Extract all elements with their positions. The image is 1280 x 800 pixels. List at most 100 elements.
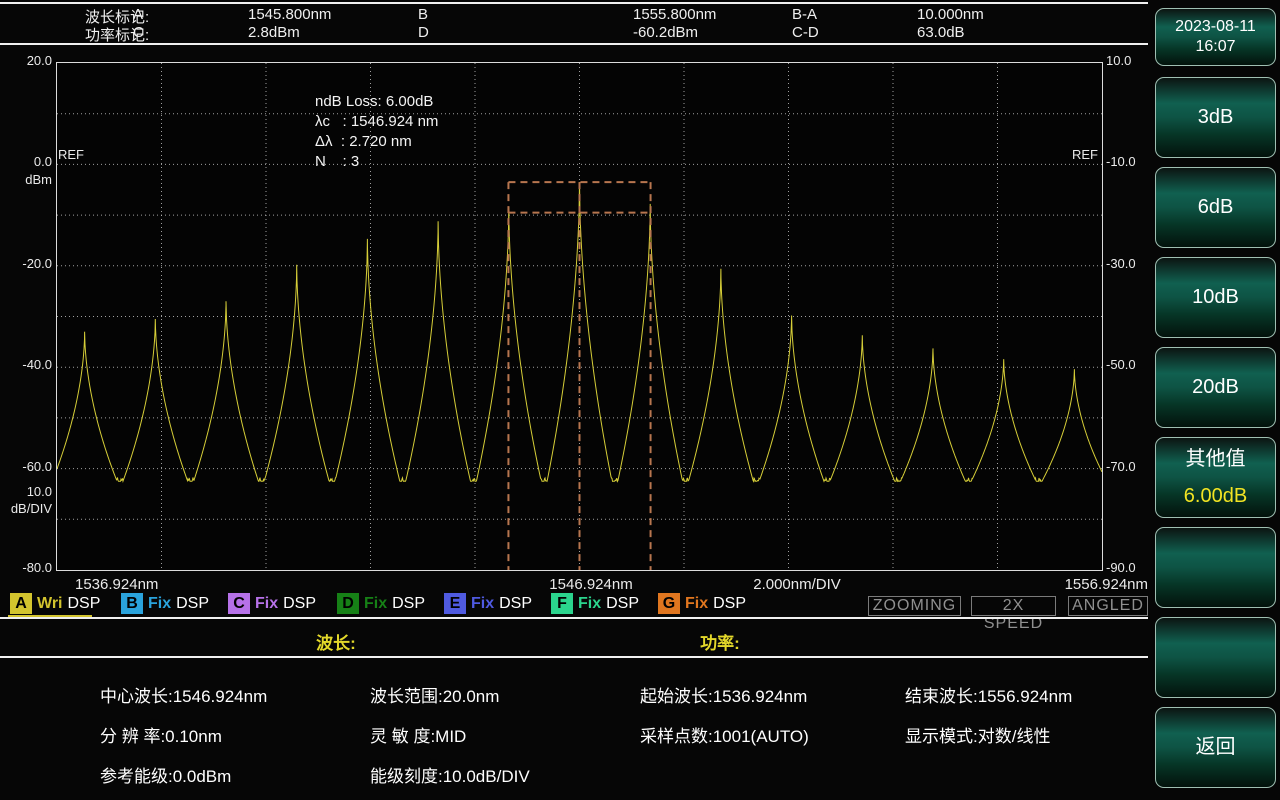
param-start-wavelength: 起始波长:1536.924nm (640, 687, 808, 706)
param-sensitivity: 灵 敏 度:MID (370, 727, 467, 746)
marker-a-value: 1545.800nm (248, 6, 332, 23)
param-stop-wavelength: 结束波长:1556.924nm (905, 687, 1073, 706)
status-flag-zooming: ZOOMING (868, 596, 961, 616)
marker-ba-label: B-A (792, 6, 818, 23)
trace-dsp-label: DSP (392, 594, 426, 612)
x-axis-scale-label: 2.000nm/DIV (753, 576, 841, 593)
ndb-annotation-line: Δλ : 2.720 nm (315, 133, 412, 150)
trace-mode-label: Fix (471, 594, 495, 612)
spectrum-plot-area (56, 62, 1103, 571)
y-axis-left-tick: -80.0 (22, 560, 52, 575)
trace-row-divider (0, 617, 1148, 619)
trace-dsp-label: DSP (67, 594, 101, 612)
marker-b-letter: B (418, 6, 429, 23)
y-axis-left-tick: 20.0 (26, 53, 52, 68)
y-axis-left-tick: -60.0 (22, 458, 52, 474)
marker-c-value: 2.8dBm (248, 24, 300, 41)
20db-button[interactable]: 20dB (1155, 347, 1276, 428)
status-flag-angled: ANGLED (1068, 596, 1148, 616)
6db-button[interactable]: 6dB (1155, 167, 1276, 248)
trace-dsp-label: DSP (606, 594, 640, 612)
y-axis-right-tick: 10.0 (1106, 53, 1132, 68)
trace-e-badge: E (444, 593, 466, 614)
marker-c-letter: C (133, 24, 144, 41)
y-axis-right-tick: -70.0 (1106, 458, 1136, 474)
trace-c-selector[interactable]: C Fix DSP (228, 593, 316, 614)
trace-d-badge: D (337, 593, 359, 614)
param-display-mode: 显示模式:对数/线性 (905, 727, 1051, 746)
ndb-annotation-line: λc : 1546.924 nm (315, 113, 439, 130)
datetime-button-label: 2023-08-11 (1175, 18, 1256, 35)
spectrum-svg (57, 63, 1102, 570)
trace-mode-label: Wri (37, 594, 63, 612)
param-center-wavelength: 中心波长:1546.924nm (100, 687, 268, 706)
trace-b-badge: B (121, 593, 143, 614)
ndb-marker-lines (507, 181, 652, 570)
ref-marker-right: REF (1072, 147, 1098, 162)
6db-button-label: 6dB (1197, 196, 1234, 218)
trace-mode-label: Fix (578, 594, 602, 612)
marker-d-value: -60.2dBm (633, 24, 699, 41)
marker-b-value: 1555.800nm (633, 6, 717, 23)
other-value-button-label: 其他值 (1185, 447, 1246, 470)
trace-a-badge: A (10, 593, 32, 614)
ndb-annotation: ndB Loss: 6.00dB λc : 1546.924 nm Δλ : 2.7… (315, 92, 438, 172)
marker-d-letter: D (418, 24, 429, 41)
other-value-button[interactable]: 其他值 6.00dB (1155, 437, 1276, 518)
param-level-scale: 能级刻度:10.0dB/DIV (370, 767, 530, 786)
trace-d-selector[interactable]: D Fix DSP (337, 593, 425, 614)
ndb-annotation-line: ndB Loss: 6.00dB (315, 93, 434, 110)
x-axis-stop-label: 1556.924nm (1064, 576, 1148, 593)
y-axis-right-tick: -90.0 (1106, 560, 1136, 575)
status-flag-2x-speed: 2X SPEED (971, 596, 1056, 632)
marker-ba-value: 10.000nm (917, 6, 984, 23)
trace-mode-label: Fix (685, 594, 709, 612)
param-ref-level: 参考能级:0.0dBm (100, 767, 232, 786)
marker-cd-value: 63.0dB (917, 24, 965, 41)
ndb-annotation-line: N : 3 (315, 153, 360, 170)
back-button[interactable]: 返回 (1155, 707, 1276, 788)
y-axis-left-tick: -40.0 (22, 357, 52, 373)
header-top-divider (0, 2, 1148, 4)
trace-f-selector[interactable]: F Fix DSP (551, 593, 639, 614)
20db-button-label: 20dB (1192, 376, 1239, 398)
trace-mode-label: Fix (148, 594, 172, 612)
trace-dsp-label: DSP (176, 594, 210, 612)
x-axis-start-label: 1536.924nm (75, 576, 159, 593)
y-axis-right-tick: -50.0 (1106, 357, 1136, 373)
x-axis-center-label: 1546.924nm (549, 576, 633, 593)
trace-mode-label: Fix (364, 594, 388, 612)
blank-button-1[interactable] (1155, 527, 1276, 608)
power-section-header: 功率: (700, 634, 740, 653)
trace-g-selector[interactable]: G Fix DSP (658, 593, 746, 614)
marker-cd-label: C-D (792, 24, 819, 41)
y-axis-scale-value: 10.0 (26, 484, 52, 499)
wavelength-section-header: 波长: (316, 634, 356, 653)
ref-marker-left: REF (58, 147, 84, 162)
trace-e-selector[interactable]: E Fix DSP (444, 593, 532, 614)
y-axis-left-tick: 0.0 (33, 154, 52, 170)
osa-screen: 波长标记: A 1545.800nm B 1555.800nm B-A 10.0… (0, 0, 1280, 800)
trace-c-badge: C (228, 593, 250, 614)
y-axis-right-tick: -10.0 (1106, 154, 1136, 170)
y-axis-right-tick: -30.0 (1106, 255, 1136, 271)
marker-a-letter: A (133, 6, 144, 23)
datetime-button[interactable]: 2023-08-11 16:07 (1155, 8, 1276, 66)
param-span: 波长范围:20.0nm (370, 687, 500, 706)
param-resolution: 分 辨 率:0.10nm (100, 727, 222, 746)
trace-b-selector[interactable]: B Fix DSP (121, 593, 209, 614)
10db-button[interactable]: 10dB (1155, 257, 1276, 338)
back-button-label: 返回 (1195, 736, 1236, 758)
10db-button-label: 10dB (1192, 286, 1239, 308)
y-axis-left-tick: -20.0 (22, 255, 52, 271)
trace-g-badge: G (658, 593, 680, 614)
trace-dsp-label: DSP (713, 594, 747, 612)
3db-button[interactable]: 3dB (1155, 77, 1276, 158)
header-bottom-divider (0, 43, 1148, 45)
trace-dsp-label: DSP (499, 594, 533, 612)
datetime-button-label-2: 16:07 (1195, 38, 1236, 55)
param-sampling-points: 采样点数:1001(AUTO) (640, 727, 809, 746)
blank-button-2[interactable] (1155, 617, 1276, 698)
y-axis-scale-unit: dB/DIV (10, 501, 52, 516)
trace-a-selector[interactable]: A Wri DSP (10, 593, 100, 614)
